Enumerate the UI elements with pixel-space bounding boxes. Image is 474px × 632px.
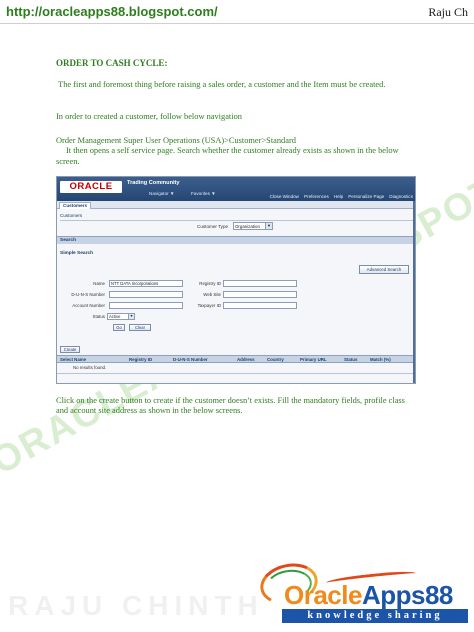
account-number-input[interactable]	[109, 302, 183, 309]
scrollbar[interactable]	[413, 201, 415, 383]
account-number-label: Account Number	[72, 303, 105, 308]
create-button[interactable]: Create	[60, 346, 80, 353]
tab-bar: Customers	[57, 201, 415, 209]
tab-customers[interactable]: Customers	[59, 202, 91, 209]
registry-id-label: Registry ID	[199, 281, 221, 286]
col-select-name: Select Name	[60, 357, 87, 362]
col-duns-number: D-U-N-S Number	[173, 357, 208, 362]
logo-tagline: knowledge sharing	[282, 609, 468, 623]
subnav-divider	[60, 220, 414, 221]
oracle-screenshot: ORACLE Trading Community Navigator ▼ Fav…	[56, 176, 416, 384]
status-label: Status	[92, 314, 105, 319]
logo-brand-text: OracleApps88	[284, 580, 453, 610]
go-button[interactable]: Go	[113, 324, 125, 331]
global-links: Close Window Preferences Help Personaliz…	[270, 194, 413, 199]
clear-button[interactable]: Clear	[129, 324, 151, 331]
preferences-link[interactable]: Preferences	[304, 194, 329, 199]
status-value: Active	[109, 314, 121, 319]
search-header: Search	[57, 236, 415, 244]
taxpayer-id-input[interactable]	[223, 302, 297, 309]
paragraph-create-instructions: Click on the create button to create if …	[56, 396, 405, 416]
navigator-menu[interactable]: Navigator ▼	[149, 191, 174, 196]
taxpayer-id-label: Taxpayer ID	[197, 303, 221, 308]
chevron-down-icon: ▼	[265, 223, 272, 229]
name-input[interactable]: NTT DATA Incorporations	[109, 280, 183, 287]
chevron-down-icon: ▼	[128, 314, 134, 319]
advanced-search-button[interactable]: Advanced Search	[359, 265, 409, 274]
status-select[interactable]: Active ▼	[107, 313, 135, 320]
customer-type-label: Customer Type	[197, 224, 229, 229]
subnav-customers[interactable]: Customers	[60, 213, 82, 218]
col-primary-url: Primary URL	[300, 357, 327, 362]
close-window-link[interactable]: Close Window	[270, 194, 299, 199]
search-header-label: Search	[60, 238, 76, 243]
no-results-message: No results found.	[73, 365, 107, 370]
duns-label: D-U-N-S Number	[71, 292, 105, 297]
col-country: Country	[267, 357, 284, 362]
website-label: Web Site	[203, 292, 221, 297]
results-table-header: Select Name Registry ID D-U-N-S Number A…	[57, 355, 415, 363]
name-label: Name	[93, 281, 105, 286]
paragraph-intro: The first and foremost thing before rais…	[58, 80, 386, 89]
diagnostics-link[interactable]: Diagnostics	[389, 194, 413, 199]
paragraph-path: Order Management Super User Operations (…	[56, 136, 416, 167]
author-name: Raju Ch	[428, 5, 468, 19]
col-match: Match (%)	[370, 357, 391, 362]
customer-type-value: Organization	[235, 224, 260, 229]
favorites-menu[interactable]: Favorites ▼	[191, 191, 216, 196]
oracleapps88-logo: OracleApps88 knowledge sharing	[256, 558, 470, 626]
personalize-page-link[interactable]: Personalize Page	[348, 194, 384, 199]
registry-id-input[interactable]	[223, 280, 297, 287]
paragraph-search-instructions: It then opens a self service page. Searc…	[56, 146, 399, 166]
document-title: ORDER TO CASH CYCLE:	[56, 58, 168, 68]
help-link[interactable]: Help	[334, 194, 343, 199]
duns-input[interactable]	[109, 291, 183, 298]
page-header: http://oracleapps88.blogspot.com/ Raju C…	[0, 0, 474, 24]
col-address: Address	[237, 357, 255, 362]
navigation-path: Order Management Super User Operations (…	[56, 136, 296, 145]
oracle-logo: ORACLE	[60, 181, 122, 193]
app-name: Trading Community	[127, 180, 180, 186]
col-status: Status	[344, 357, 358, 362]
paragraph-navigation: In order to created a customer, follow b…	[56, 112, 242, 121]
customer-type-select[interactable]: Organization ▼	[233, 222, 273, 230]
website-input[interactable]	[223, 291, 297, 298]
bottom-watermark: RAJU CHINTH	[8, 590, 264, 621]
simple-search-heading: Simple Search	[60, 251, 94, 256]
blog-url[interactable]: http://oracleapps88.blogspot.com/	[6, 4, 218, 19]
col-registry-id: Registry ID	[129, 357, 153, 362]
results-divider	[57, 373, 415, 374]
oracle-header-bar: ORACLE Trading Community Navigator ▼ Fav…	[57, 177, 415, 201]
